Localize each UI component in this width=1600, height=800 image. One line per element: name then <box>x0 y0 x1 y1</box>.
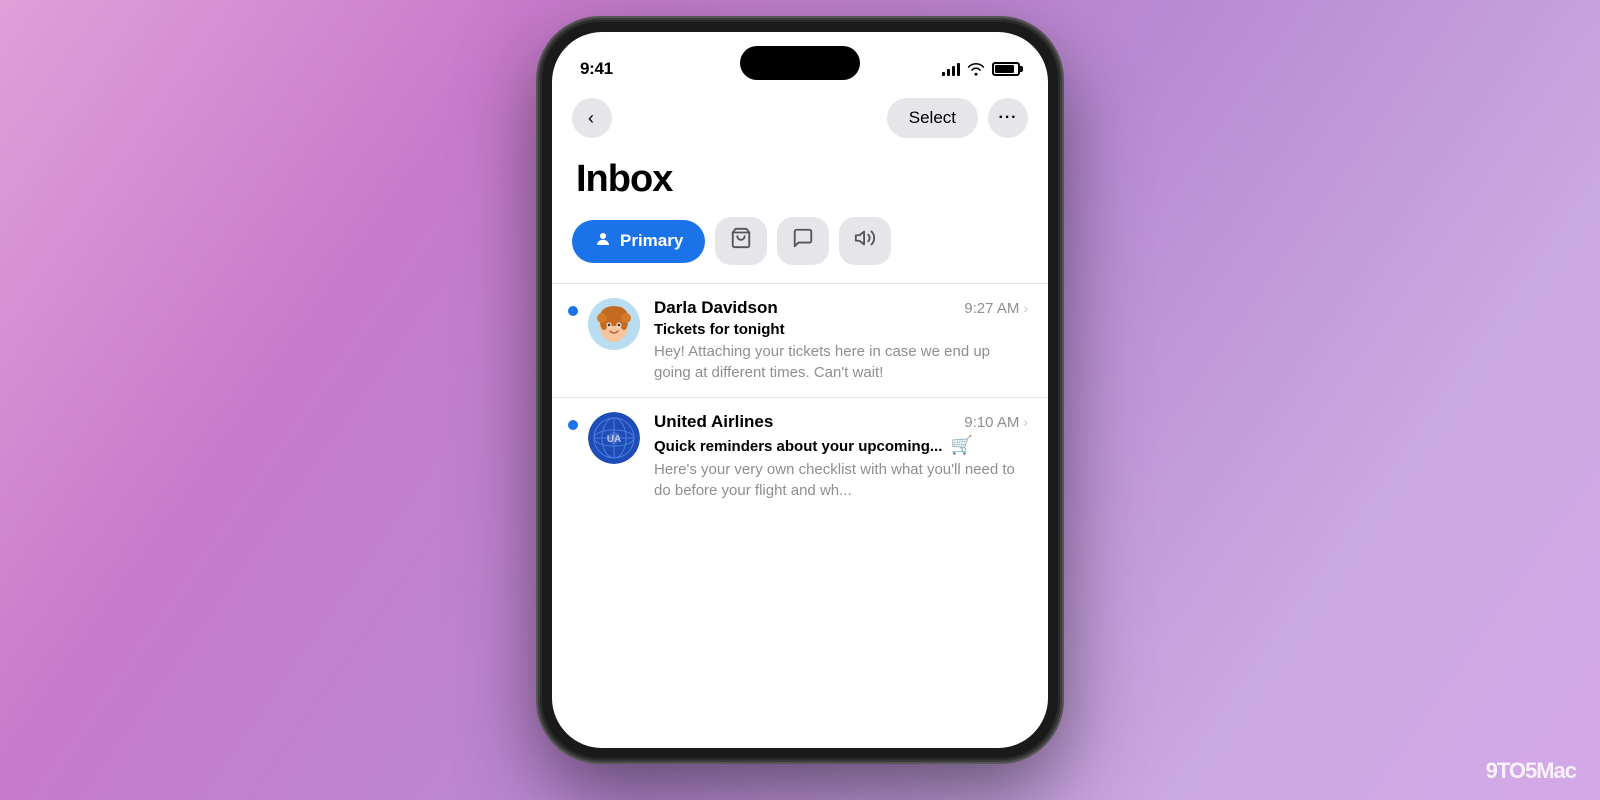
chevron-right-icon: › <box>1023 300 1028 316</box>
sender-name: United Airlines <box>654 412 773 432</box>
unread-indicator <box>568 420 578 430</box>
email-list: Darla Davidson 9:27 AM › Tickets for ton… <box>552 283 1048 515</box>
email-subject: Tickets for tonight <box>654 321 1028 338</box>
avatar-united: UA <box>588 412 640 464</box>
tab-promotions[interactable] <box>839 217 891 265</box>
wifi-icon <box>967 62 985 76</box>
svg-text:UA: UA <box>607 434 621 445</box>
back-button[interactable]: ‹ <box>572 98 612 138</box>
cart-icon <box>730 227 752 255</box>
tab-shopping[interactable] <box>715 217 767 265</box>
chat-icon <box>792 227 814 255</box>
nav-bar: ‹ Select ··· <box>552 90 1048 148</box>
email-time: 9:10 AM <box>964 414 1019 431</box>
unread-indicator <box>568 306 578 316</box>
cart-badge-icon: 🛒 <box>951 435 973 455</box>
nav-right-actions: Select ··· <box>887 98 1028 138</box>
sender-name: Darla Davidson <box>654 298 778 318</box>
more-button[interactable]: ··· <box>988 98 1028 138</box>
signal-bars-icon <box>942 62 960 76</box>
status-time: 9:41 <box>580 59 613 79</box>
phone-screen: 9:41 <box>552 32 1048 748</box>
email-content-darla: Darla Davidson 9:27 AM › Tickets for ton… <box>654 298 1028 383</box>
watermark: 9TO5Mac <box>1486 758 1576 784</box>
email-item-darla[interactable]: Darla Davidson 9:27 AM › Tickets for ton… <box>552 283 1048 397</box>
tab-primary-label: Primary <box>620 231 683 251</box>
email-time: 9:27 AM <box>964 300 1019 317</box>
email-content-united: United Airlines 9:10 AM › Quick reminder… <box>654 412 1028 501</box>
email-preview: Here's your very own checklist with what… <box>654 459 1028 501</box>
inbox-title: Inbox <box>552 148 1048 217</box>
megaphone-icon <box>854 227 876 255</box>
battery-icon <box>992 62 1020 76</box>
email-item-united[interactable]: UA United Airlines 9:10 AM › Quick r <box>552 397 1048 515</box>
person-icon <box>594 230 612 253</box>
email-subject: Quick reminders about your upcoming... 🛒 <box>654 435 1028 456</box>
email-preview: Hey! Attaching your tickets here in case… <box>654 341 1028 383</box>
dynamic-island <box>740 46 860 80</box>
select-button[interactable]: Select <box>887 98 978 138</box>
phone-device: 9:41 <box>540 20 1060 760</box>
chevron-right-icon: › <box>1023 414 1028 430</box>
category-tabs: Primary <box>552 217 1048 283</box>
status-icons <box>942 62 1020 76</box>
tab-social[interactable] <box>777 217 829 265</box>
tab-primary[interactable]: Primary <box>572 220 705 263</box>
avatar-darla <box>588 298 640 350</box>
